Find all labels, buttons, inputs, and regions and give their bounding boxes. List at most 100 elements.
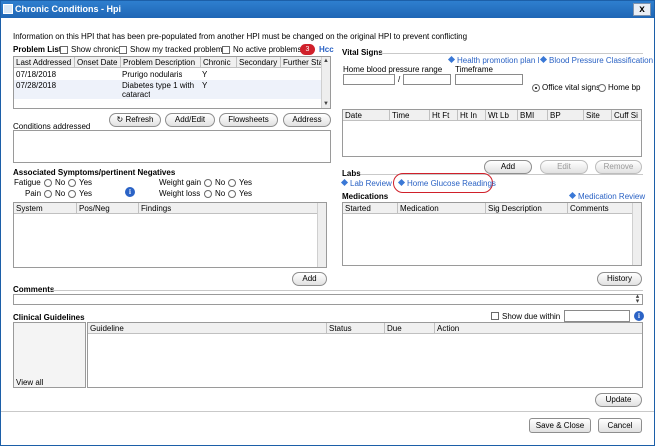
col-bmi[interactable]: BMI	[517, 110, 547, 121]
edit-vitals-button[interactable]: Edit	[540, 160, 588, 174]
weight-gain-yes-radio[interactable]	[228, 179, 236, 187]
add-edit-button[interactable]: Add/Edit	[165, 113, 215, 127]
info-icon[interactable]: i	[125, 187, 135, 197]
cell-problem-description: Prurigo nodularis	[122, 70, 183, 79]
bp-classification-link[interactable]: Blood Pressure Classification	[539, 55, 654, 66]
col-ht-in[interactable]: Ht In	[457, 110, 485, 121]
col-action[interactable]: Action	[434, 323, 642, 334]
col-time[interactable]: Time	[389, 110, 429, 121]
col-system[interactable]: System	[14, 203, 76, 214]
medication-review-link[interactable]: Medication Review	[568, 191, 645, 202]
home-bp-radio[interactable]	[598, 84, 606, 92]
col-comments[interactable]: Comments	[567, 203, 633, 214]
flowsheets-button[interactable]: Flowsheets	[219, 113, 278, 127]
add-symptom-button[interactable]: Add	[292, 272, 327, 286]
view-all-item[interactable]: View all	[16, 378, 43, 388]
fatigue-no-radio[interactable]	[44, 179, 52, 187]
lab-review-label: Lab Review	[350, 179, 392, 188]
comments-expand-icon[interactable]: ▴ ▾	[632, 293, 643, 305]
show-chronic-label: Show chronic	[71, 45, 120, 54]
scroll-down-icon[interactable]: ▼	[322, 100, 330, 108]
cell-last-addressed: 07/18/2018	[16, 70, 57, 79]
guidelines-category-list[interactable]: View all	[13, 322, 86, 388]
col-chronic[interactable]: Chronic	[200, 57, 236, 68]
medications-scrollbar[interactable]	[632, 203, 641, 265]
problem-list-grid: Last Addressed Onset Date Problem Descri…	[13, 56, 331, 109]
col-further-stat[interactable]: Further Stat	[280, 57, 322, 68]
guidelines-header: Guideline Status Due Action	[88, 323, 642, 334]
weight-gain-label: Weight gain	[159, 178, 202, 187]
col-guideline[interactable]: Guideline	[88, 323, 326, 334]
refresh-button[interactable]: ↻ Refresh	[109, 113, 161, 127]
diamond-icon	[340, 178, 349, 187]
col-onset-date[interactable]: Onset Date	[74, 57, 120, 68]
col-medication[interactable]: Medication	[397, 203, 485, 214]
weight-gain-no-radio[interactable]	[204, 179, 212, 187]
home-bp-systolic-input[interactable]	[343, 74, 395, 85]
pain-yes-radio[interactable]	[68, 190, 76, 198]
guidelines-info-icon[interactable]: i	[634, 311, 644, 321]
home-glucose-link[interactable]: Home Glucose Readings	[397, 178, 496, 189]
diamond-icon	[447, 55, 456, 64]
col-findings[interactable]: Findings	[138, 203, 314, 214]
home-glucose-label: Home Glucose Readings	[407, 179, 496, 188]
pain-label: Pain	[25, 189, 42, 198]
bp-classification-label: Blood Pressure Classification	[549, 56, 654, 65]
show-due-input[interactable]	[564, 310, 630, 322]
col-ht-ft[interactable]: Ht Ft	[429, 110, 457, 121]
weight-gain-no-label: No	[215, 178, 226, 187]
col-started[interactable]: Started	[343, 203, 397, 214]
fatigue-yes-radio[interactable]	[68, 179, 76, 187]
col-status[interactable]: Status	[326, 323, 384, 334]
save-close-button[interactable]: Save & Close	[529, 418, 591, 433]
col-secondary[interactable]: Secondary	[236, 57, 280, 68]
associated-symptoms-title: Associated Symptoms/pertinent Negatives	[13, 168, 176, 177]
lab-review-link[interactable]: Lab Review	[340, 178, 392, 189]
show-chronic-checkbox[interactable]	[60, 46, 68, 54]
weight-loss-yes-radio[interactable]	[228, 190, 236, 198]
home-bp-diastolic-input[interactable]	[403, 74, 451, 85]
associated-symptoms-grid: System Pos/Neg Findings	[13, 202, 327, 268]
show-due-checkbox[interactable]	[491, 312, 499, 320]
add-vitals-button[interactable]: Add	[484, 160, 532, 174]
weight-gain-yes-label: Yes	[239, 178, 253, 187]
associated-scrollbar[interactable]	[317, 203, 326, 267]
scroll-up-icon[interactable]: ▲	[322, 57, 330, 65]
timeframe-input[interactable]	[455, 74, 523, 85]
no-active-problems-checkbox[interactable]	[222, 46, 230, 54]
cell-problem-description-cont: cataract	[122, 90, 151, 99]
cancel-button[interactable]: Cancel	[598, 418, 642, 433]
col-wt-lb[interactable]: Wt Lb	[485, 110, 517, 121]
col-last-addressed[interactable]: Last Addressed	[14, 57, 74, 68]
col-site[interactable]: Site	[583, 110, 611, 121]
cell-chronic: Y	[202, 81, 208, 90]
problem-list-scrollbar[interactable]: ▲ ▼	[321, 57, 330, 108]
comments-field[interactable]	[13, 294, 643, 305]
weight-loss-no-radio[interactable]	[204, 190, 212, 198]
update-button[interactable]: Update	[595, 393, 642, 407]
col-date[interactable]: Date	[343, 110, 389, 121]
col-bp[interactable]: BP	[547, 110, 583, 121]
office-vitals-radio[interactable]	[532, 84, 540, 92]
show-tracked-checkbox[interactable]	[119, 46, 127, 54]
vital-signs-grid: Date Time Ht Ft Ht In Wt Lb BMI BP Site …	[342, 109, 642, 157]
address-button[interactable]: Address	[283, 113, 331, 127]
hcc-link[interactable]: Hcc	[319, 45, 334, 55]
col-problem-description[interactable]: Problem Description	[120, 57, 200, 68]
remove-vitals-button[interactable]: Remove	[595, 160, 642, 174]
conditions-addressed-field[interactable]	[13, 130, 331, 163]
col-sig-description[interactable]: Sig Description	[485, 203, 567, 214]
col-due[interactable]: Due	[384, 323, 434, 334]
col-pos-neg[interactable]: Pos/Neg	[76, 203, 138, 214]
fatigue-label: Fatigue	[14, 178, 41, 187]
close-button[interactable]: x	[633, 3, 651, 16]
pain-no-radio[interactable]	[44, 190, 52, 198]
associated-symptoms-header: System Pos/Neg Findings	[14, 203, 326, 214]
cell-problem-description: Diabetes type 1 with	[122, 81, 195, 90]
col-cuff-size[interactable]: Cuff Si	[611, 110, 641, 121]
table-row[interactable]: 07/18/2018 Prurigo nodularis Y	[14, 69, 322, 80]
medications-header: Started Medication Sig Description Comme…	[343, 203, 641, 214]
history-button[interactable]: History	[597, 272, 642, 286]
no-active-problems-label: No active problems	[233, 45, 302, 54]
table-row[interactable]: 07/28/2018 Diabetes type 1 with cataract…	[14, 80, 322, 99]
